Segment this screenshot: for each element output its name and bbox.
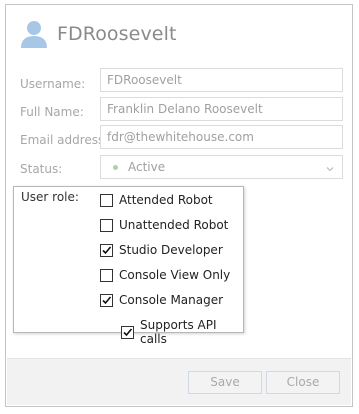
role-label: Supports API calls [140, 318, 217, 346]
user-role-label: User role: [21, 190, 79, 204]
checkbox[interactable] [100, 218, 113, 232]
checkmark-icon [123, 327, 133, 336]
status-indicator-icon [113, 164, 118, 170]
dialog-title: FDRoosevelt [57, 23, 177, 45]
checkbox[interactable] [100, 193, 113, 207]
email-label: Email address: [20, 133, 109, 147]
role-console-view-only[interactable]: Console View Only [100, 268, 230, 282]
checkmark-icon [102, 245, 112, 254]
save-button[interactable]: Save [188, 371, 262, 394]
role-label: Unattended Robot [119, 218, 229, 232]
checkbox[interactable] [100, 268, 113, 282]
username-label: Username: [20, 77, 86, 91]
user-avatar-icon [20, 19, 48, 49]
dialog-footer: Save Close [7, 358, 351, 405]
username-field[interactable]: FDRoosevelt [100, 68, 343, 92]
email-field[interactable]: fdr@thewhitehouse.com [100, 125, 343, 149]
checkbox-checked[interactable] [100, 293, 113, 307]
close-button[interactable]: Close [266, 371, 340, 394]
role-console-manager[interactable]: Console Manager [100, 293, 223, 307]
status-label: Status: [20, 162, 63, 176]
status-select[interactable]: Active [100, 155, 343, 179]
checkbox-checked[interactable] [100, 243, 113, 257]
checkbox-checked[interactable] [121, 325, 134, 339]
role-label: Console View Only [119, 268, 231, 282]
full-name-field[interactable]: Franklin Delano Roosevelt [100, 97, 343, 121]
user-role-panel: User role: Attended Robot Unattended Rob… [13, 186, 244, 346]
role-unattended-robot[interactable]: Unattended Robot [100, 218, 228, 232]
full-name-label: Full Name: [20, 105, 84, 119]
user-dialog: FDRoosevelt Username: FDRoosevelt Full N… [5, 4, 353, 407]
role-label: Console Manager [119, 293, 224, 307]
role-studio-developer[interactable]: Studio Developer [100, 243, 223, 257]
status-value: Active [128, 160, 166, 174]
role-attended-robot[interactable]: Attended Robot [100, 193, 213, 207]
role-label: Studio Developer [119, 243, 223, 257]
chevron-down-icon [326, 162, 334, 176]
checkmark-icon [102, 295, 112, 304]
role-supports-api-calls[interactable]: Supports API calls [121, 318, 243, 346]
dialog-header: FDRoosevelt [20, 17, 177, 51]
role-label: Attended Robot [119, 193, 213, 207]
